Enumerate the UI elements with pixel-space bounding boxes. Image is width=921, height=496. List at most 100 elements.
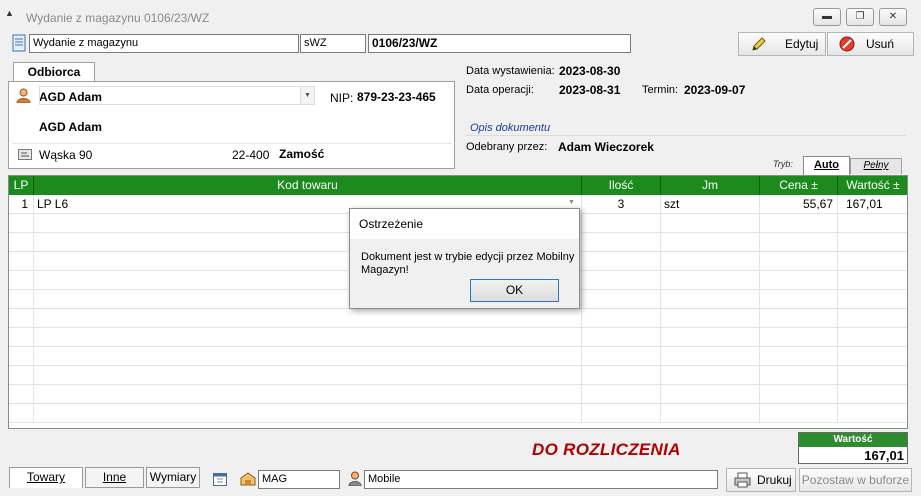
- document-series-field[interactable]: sWZ: [300, 34, 366, 53]
- table-cell-empty[interactable]: [582, 271, 661, 290]
- table-cell-empty[interactable]: [838, 328, 907, 347]
- tab-dimensions[interactable]: Wymiary: [146, 467, 200, 488]
- table-cell-empty[interactable]: [582, 252, 661, 271]
- table-cell-empty[interactable]: [661, 233, 760, 252]
- table-cell-empty[interactable]: [760, 328, 838, 347]
- document-number-field[interactable]: 0106/23/WZ: [368, 34, 631, 53]
- edit-button[interactable]: Edytuj: [738, 32, 826, 56]
- table-cell-empty[interactable]: [661, 328, 760, 347]
- table-cell-empty[interactable]: [838, 366, 907, 385]
- table-cell-empty[interactable]: [9, 366, 34, 385]
- chevron-down-icon[interactable]: ▼: [568, 199, 575, 206]
- table-cell-empty[interactable]: [838, 214, 907, 233]
- chevron-down-icon[interactable]: ▼: [300, 87, 314, 104]
- table-cell-empty[interactable]: [34, 309, 582, 328]
- cell-price[interactable]: 55,67: [760, 195, 838, 214]
- recipient-select[interactable]: ▼: [39, 86, 315, 105]
- delete-button[interactable]: Usuń: [827, 32, 914, 56]
- minimize-button[interactable]: ▬: [813, 8, 841, 26]
- table-cell-empty[interactable]: [760, 347, 838, 366]
- issue-date[interactable]: 2023-08-30: [559, 64, 620, 78]
- ok-button[interactable]: OK: [470, 279, 559, 302]
- table-cell-empty[interactable]: [582, 366, 661, 385]
- table-cell-empty[interactable]: [9, 233, 34, 252]
- table-cell-empty[interactable]: [582, 347, 661, 366]
- column-header-value[interactable]: Wartość ±: [838, 176, 907, 195]
- user-field[interactable]: Mobile: [364, 470, 718, 489]
- table-cell-empty[interactable]: [838, 271, 907, 290]
- table-cell-empty[interactable]: [9, 271, 34, 290]
- term-date[interactable]: 2023-09-07: [684, 83, 745, 97]
- table-cell-empty[interactable]: [582, 404, 661, 423]
- table-cell-empty[interactable]: [760, 214, 838, 233]
- column-header-unit[interactable]: Jm: [661, 176, 760, 195]
- table-cell-empty[interactable]: [582, 290, 661, 309]
- table-cell-empty[interactable]: [9, 309, 34, 328]
- maximize-button[interactable]: ❐: [846, 8, 874, 26]
- cell-quantity[interactable]: 3: [582, 195, 661, 214]
- table-cell-empty[interactable]: [661, 385, 760, 404]
- table-row-empty[interactable]: [9, 366, 907, 385]
- table-row-empty[interactable]: [9, 404, 907, 423]
- table-cell-empty[interactable]: [9, 404, 34, 423]
- tab-recipient[interactable]: Odbiorca: [13, 62, 95, 82]
- table-cell-empty[interactable]: [760, 290, 838, 309]
- table-row-empty[interactable]: [9, 385, 907, 404]
- table-cell-empty[interactable]: [760, 252, 838, 271]
- window-icon[interactable]: ▲: [5, 8, 14, 18]
- table-cell-empty[interactable]: [838, 233, 907, 252]
- table-cell-empty[interactable]: [34, 328, 582, 347]
- table-cell-empty[interactable]: [661, 252, 760, 271]
- table-cell-empty[interactable]: [760, 404, 838, 423]
- table-cell-empty[interactable]: [661, 290, 760, 309]
- calendar-icon[interactable]: [213, 472, 227, 489]
- table-cell-empty[interactable]: [661, 309, 760, 328]
- tab-mode-full[interactable]: Pełny: [850, 158, 902, 174]
- table-cell-empty[interactable]: [9, 347, 34, 366]
- table-cell-empty[interactable]: [760, 385, 838, 404]
- table-cell-empty[interactable]: [34, 385, 582, 404]
- tab-mode-auto[interactable]: Auto: [803, 156, 850, 175]
- close-button[interactable]: ✕: [879, 8, 907, 26]
- table-cell-empty[interactable]: [760, 233, 838, 252]
- table-cell-empty[interactable]: [9, 290, 34, 309]
- table-row-empty[interactable]: [9, 328, 907, 347]
- table-cell-empty[interactable]: [838, 404, 907, 423]
- table-cell-empty[interactable]: [661, 404, 760, 423]
- table-row-empty[interactable]: [9, 347, 907, 366]
- table-cell-empty[interactable]: [582, 385, 661, 404]
- table-row-empty[interactable]: [9, 309, 907, 328]
- column-header-price[interactable]: Cena ±: [760, 176, 838, 195]
- table-cell-empty[interactable]: [34, 366, 582, 385]
- table-cell-empty[interactable]: [661, 214, 760, 233]
- table-cell-empty[interactable]: [582, 214, 661, 233]
- table-cell-empty[interactable]: [661, 271, 760, 290]
- table-cell-empty[interactable]: [760, 271, 838, 290]
- table-cell-empty[interactable]: [760, 366, 838, 385]
- table-cell-empty[interactable]: [661, 366, 760, 385]
- print-button[interactable]: Drukuj: [726, 468, 796, 492]
- table-cell-empty[interactable]: [838, 252, 907, 271]
- table-cell-empty[interactable]: [838, 309, 907, 328]
- tab-products[interactable]: Towary: [9, 467, 83, 488]
- table-cell-empty[interactable]: [34, 404, 582, 423]
- table-cell-empty[interactable]: [838, 385, 907, 404]
- table-cell-empty[interactable]: [34, 347, 582, 366]
- table-cell-empty[interactable]: [582, 328, 661, 347]
- column-header-code[interactable]: Kod towaru: [34, 176, 582, 195]
- column-header-quantity[interactable]: Ilość: [582, 176, 661, 195]
- table-cell-empty[interactable]: [9, 385, 34, 404]
- table-cell-empty[interactable]: [9, 214, 34, 233]
- document-description-link[interactable]: Opis dokumentu: [470, 122, 550, 134]
- warehouse-field[interactable]: MAG: [258, 470, 340, 489]
- document-type-field[interactable]: Wydanie z magazynu: [29, 34, 299, 53]
- table-cell-empty[interactable]: [9, 328, 34, 347]
- table-cell-empty[interactable]: [760, 309, 838, 328]
- table-cell-empty[interactable]: [838, 347, 907, 366]
- save-to-buffer-button[interactable]: Pozostaw w buforze: [799, 468, 912, 492]
- table-cell-empty[interactable]: [582, 309, 661, 328]
- table-cell-empty[interactable]: [838, 290, 907, 309]
- cell-unit[interactable]: szt: [661, 195, 760, 214]
- operation-date[interactable]: 2023-08-31: [559, 83, 620, 97]
- table-cell-empty[interactable]: [661, 347, 760, 366]
